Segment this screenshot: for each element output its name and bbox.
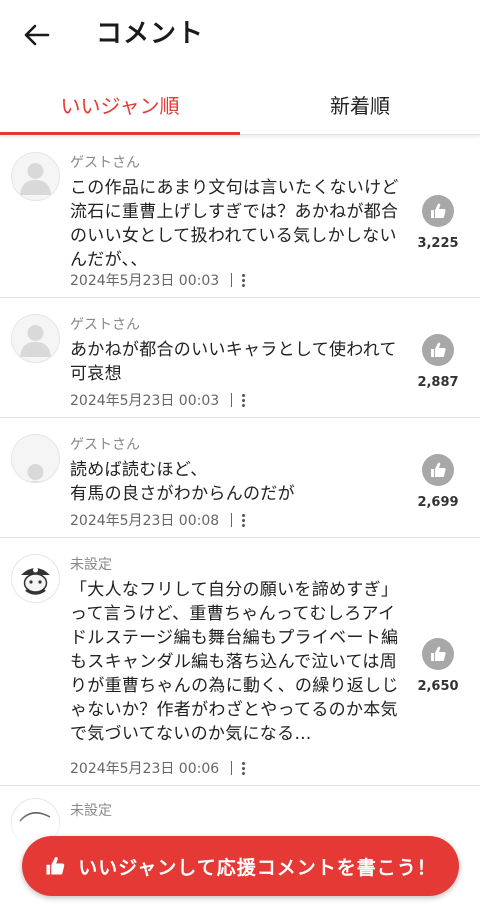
app-header: コメント	[0, 0, 480, 72]
tab-popular[interactable]: いいジャン順	[0, 76, 240, 132]
comment-item: ゲストさん 読めば読むほど、 有馬の良さがわからんのだが 2024年5月23日 …	[0, 418, 480, 538]
page-title: コメント	[96, 19, 205, 49]
like-count: 2,887	[417, 375, 459, 390]
comment-author: 未設定	[70, 557, 112, 573]
thumbs-up-icon	[422, 454, 454, 486]
meta-divider	[231, 393, 233, 407]
comment-text: 読めば読むほど、 有馬の良さがわからんのだが	[70, 460, 295, 504]
pirate-character-icon[interactable]	[11, 554, 60, 603]
comment-meta: 2024年5月23日 00:03	[70, 270, 247, 290]
more-options-icon[interactable]	[240, 513, 247, 527]
thumbs-up-icon	[422, 195, 454, 227]
like-count: 3,225	[417, 236, 459, 251]
meta-divider	[231, 273, 233, 287]
like-count: 2,650	[417, 679, 459, 694]
comment-meta: 2024年5月23日 00:06	[70, 758, 247, 778]
default-user-icon[interactable]	[11, 434, 60, 483]
comment-item: 未設定 「大人なフリして自分の願いを諦めすぎ」って言うけど、重曹ちゃんってむしろ…	[0, 538, 480, 786]
thumbs-up-icon	[44, 855, 66, 877]
comment-date: 2024年5月23日 00:03	[70, 273, 220, 289]
write-comment-label: いいジャンして応援コメントを書こう！	[78, 856, 437, 879]
meta-divider	[231, 513, 233, 527]
comment-text: この作品にあまり文句は言いたくないけど流石に重曹上げしすぎでは？あかねが都合のい…	[70, 178, 399, 270]
comment-text: 「大人なフリして自分の願いを諦めすぎ」って言うけど、重曹ちゃんってむしろアイドル…	[70, 580, 399, 744]
comment-author: ゲストさん	[70, 155, 140, 171]
comment-date: 2024年5月23日 00:03	[70, 393, 220, 409]
like-button[interactable]: 2,887	[410, 334, 466, 390]
comment-date: 2024年5月23日 00:08	[70, 513, 220, 529]
comment-list: ゲストさん この作品にあまり文句は言いたくないけど流石に重曹上げしすぎでは？あか…	[0, 140, 480, 906]
comment-author: ゲストさん	[70, 317, 140, 333]
comment-date: 2024年5月23日 00:06	[70, 761, 220, 777]
comment-author: ゲストさん	[70, 437, 140, 453]
comment-meta: 2024年5月23日 00:08	[70, 510, 247, 530]
arrow-left-icon	[24, 24, 50, 46]
thumbs-up-icon	[422, 334, 454, 366]
thumbs-up-icon	[422, 638, 454, 670]
more-options-icon[interactable]	[240, 393, 247, 407]
like-button[interactable]: 2,650	[410, 638, 466, 694]
meta-divider	[231, 761, 233, 775]
active-tab-indicator	[0, 132, 240, 135]
comment-item: ゲストさん この作品にあまり文句は言いたくないけど流石に重曹上げしすぎでは？あか…	[0, 140, 480, 298]
sort-tabs: いいジャン順 新着順	[0, 76, 480, 135]
tab-new[interactable]: 新着順	[240, 76, 480, 132]
like-button[interactable]: 2,699	[410, 454, 466, 510]
more-options-icon[interactable]	[240, 273, 247, 287]
default-user-icon[interactable]	[11, 314, 60, 363]
back-button[interactable]	[20, 18, 54, 52]
like-count: 2,699	[417, 495, 459, 510]
comment-item: ゲストさん あかねが都合のいいキャラとして使われて可哀想 2024年5月23日 …	[0, 298, 480, 418]
like-button[interactable]: 3,225	[410, 195, 466, 251]
more-options-icon[interactable]	[240, 761, 247, 775]
comment-meta: 2024年5月23日 00:03	[70, 390, 247, 410]
comment-text: あかねが都合のいいキャラとして使われて可哀想	[70, 340, 397, 384]
write-comment-button[interactable]: いいジャンして応援コメントを書こう！	[22, 836, 459, 896]
default-user-icon[interactable]	[11, 152, 60, 201]
